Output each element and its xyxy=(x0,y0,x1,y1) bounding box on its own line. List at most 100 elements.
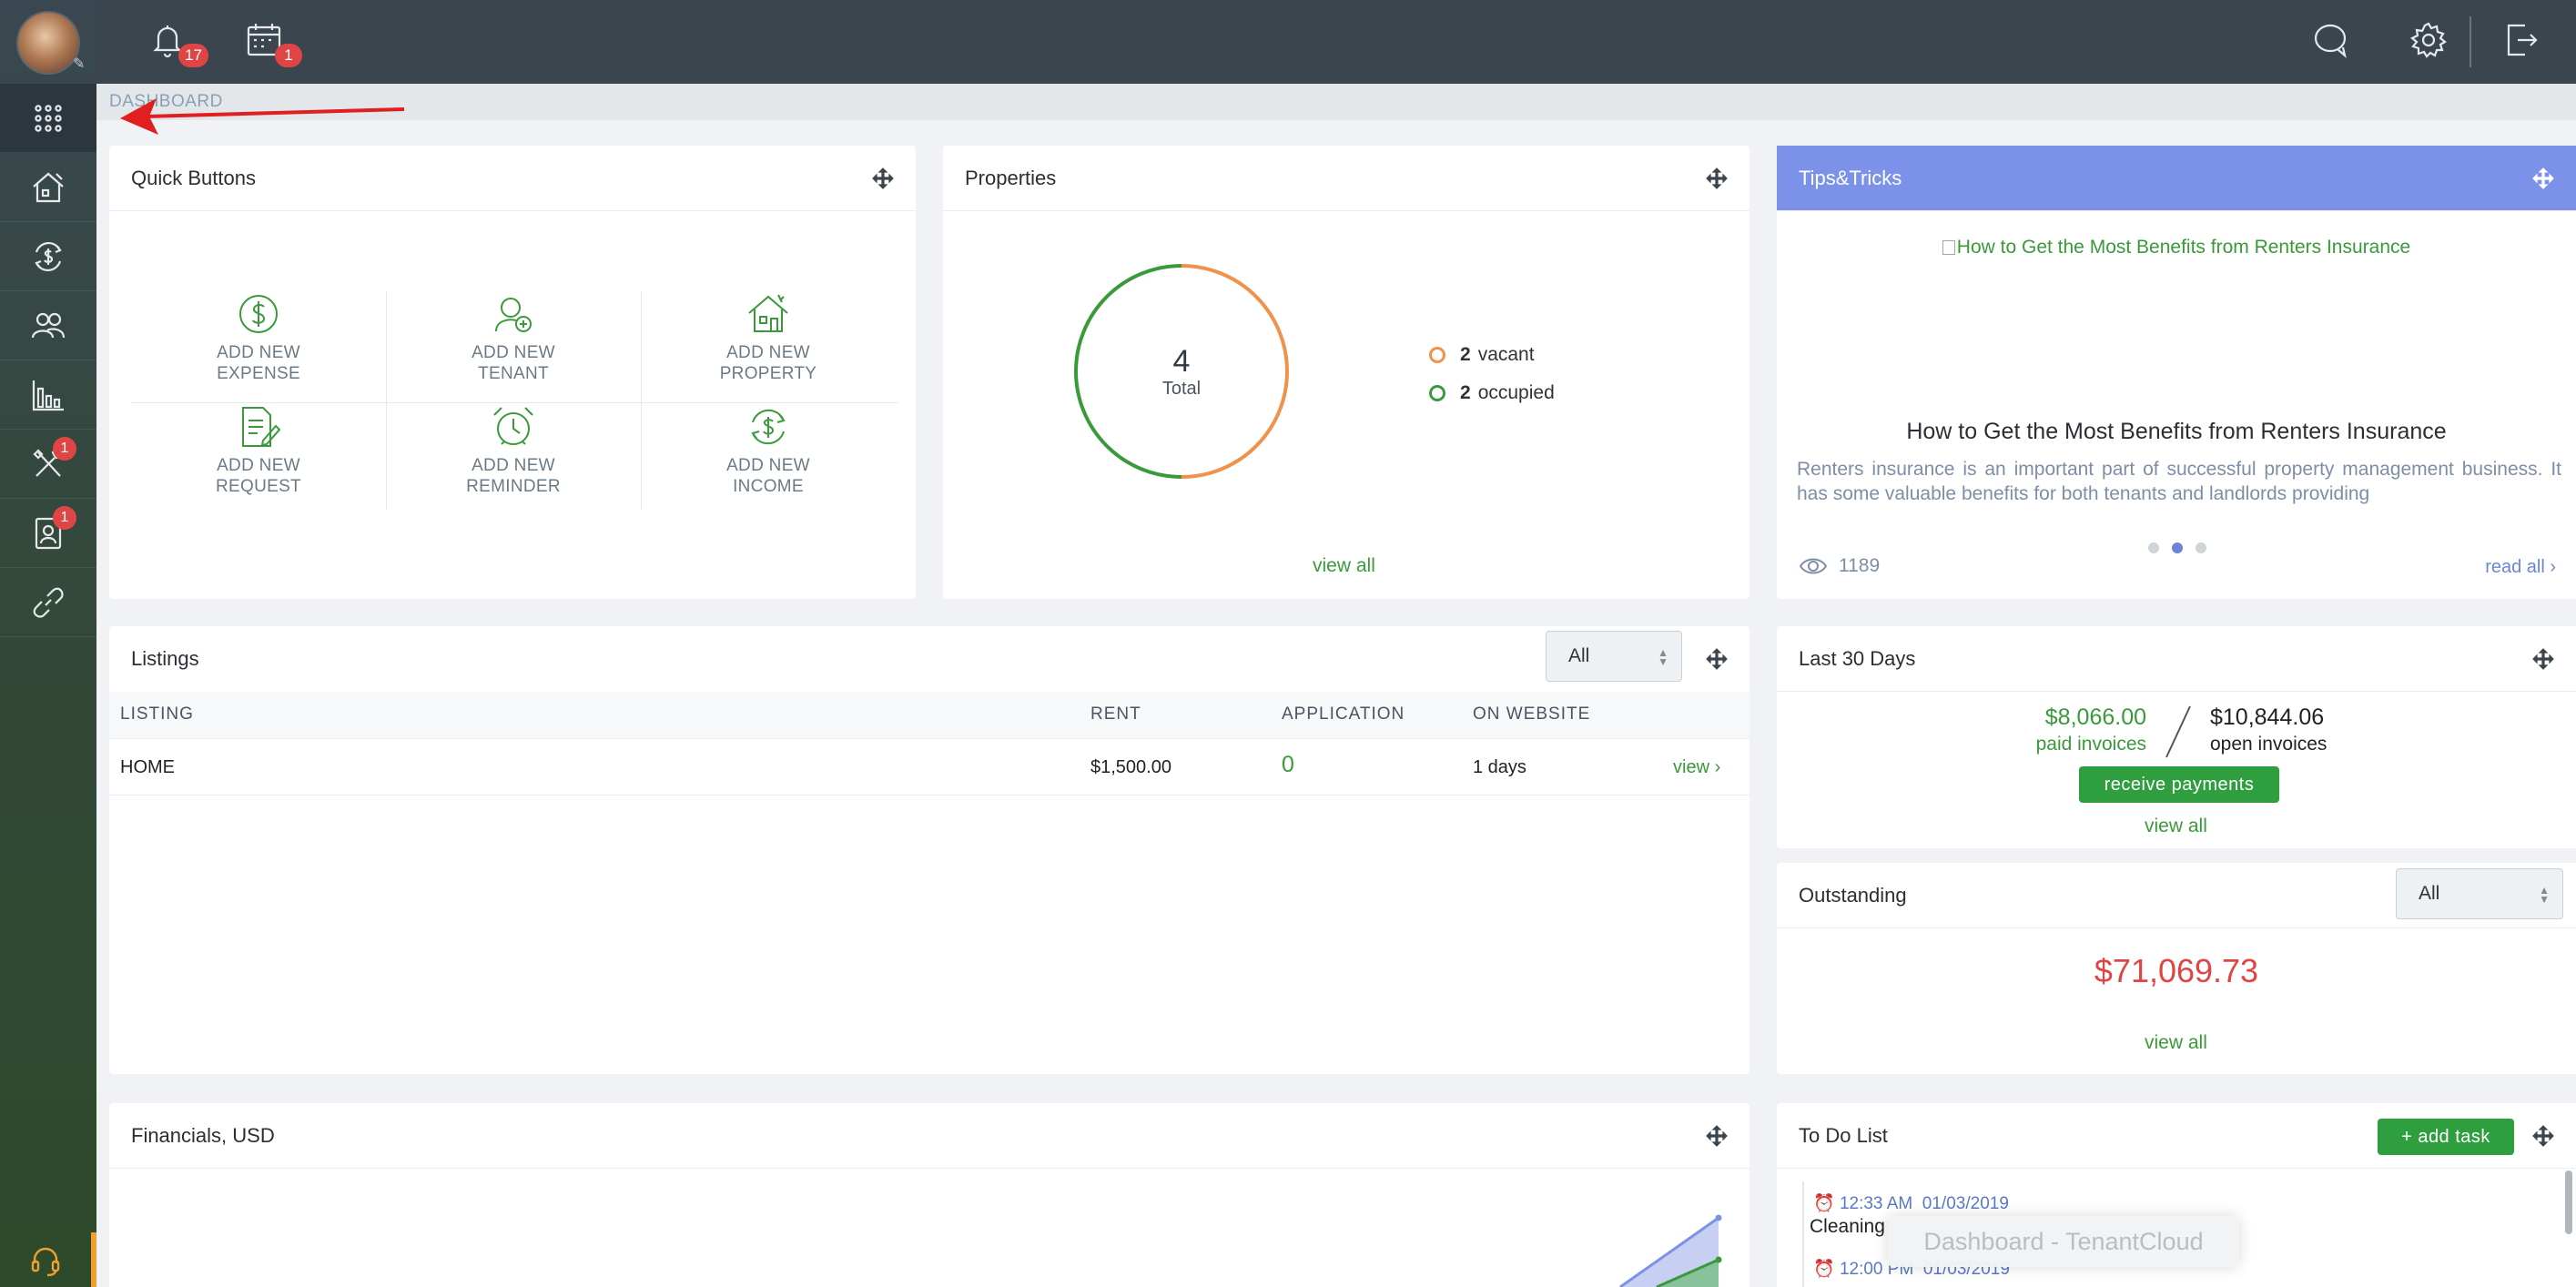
outstanding-amount[interactable]: $71,069.73 xyxy=(1777,952,2576,990)
sidebar-item-apps[interactable] xyxy=(0,84,96,153)
outstanding-panel: Outstanding All ▲ ▼ $71,069.73 view all xyxy=(1777,863,2576,1074)
house-icon xyxy=(33,172,64,202)
todo-item-text[interactable]: Cleaning xyxy=(1810,1216,1885,1238)
quick-buttons-grid: ADD NEW EXPENSE ADD NEW TENANT ADD NEW PROP… xyxy=(131,291,898,514)
financials-point xyxy=(1715,1256,1722,1263)
add-task-button[interactable]: + add task xyxy=(2378,1119,2514,1155)
financials-point xyxy=(1715,1214,1722,1221)
alarm-icon: ⏰ xyxy=(1813,1194,1835,1213)
money-cycle-icon xyxy=(751,409,786,445)
annotation-arrow-icon xyxy=(120,98,405,135)
document-edit-icon xyxy=(242,407,281,447)
add-income-button[interactable]: ADD NEW INCOME xyxy=(641,404,896,513)
tips-article-image[interactable]: How to Get the Most Benefits from Renter… xyxy=(1777,237,2576,258)
add-reminder-button[interactable]: ADD NEW REMINDER xyxy=(386,404,641,513)
gear-icon xyxy=(2409,22,2447,58)
settings-button[interactable] xyxy=(2409,20,2452,64)
open-invoices-label: open invoices xyxy=(2210,734,2328,755)
move-icon[interactable] xyxy=(2532,167,2554,189)
maintenance-badge: 1 xyxy=(53,437,76,461)
messages-button[interactable] xyxy=(2310,20,2354,64)
move-icon[interactable] xyxy=(872,167,894,189)
sidebar-item-contacts[interactable] xyxy=(0,291,96,360)
link-icon xyxy=(33,587,64,618)
dollar-coin-icon xyxy=(239,295,278,333)
properties-panel: Properties 4 Total 2 vacant 2 occupied vie… xyxy=(943,146,1749,599)
todo-scrollbar[interactable] xyxy=(2565,1170,2572,1234)
sidebar: ✎ 1 1 xyxy=(0,0,96,1287)
carousel-dot[interactable] xyxy=(2148,542,2159,553)
last-30-days-panel: Last 30 Days $8,066.00 paid invoices $10… xyxy=(1777,626,2576,848)
sidebar-item-integrations[interactable] xyxy=(0,568,96,637)
carousel-dots xyxy=(2148,542,2206,553)
sidebar-item-accounting[interactable] xyxy=(0,222,96,291)
paid-invoices-label: paid invoices xyxy=(2035,734,2146,755)
sidebar-item-reports[interactable] xyxy=(0,360,96,430)
chat-bubble-icon xyxy=(2314,24,2347,59)
vacant-dot-icon xyxy=(1429,347,1445,363)
column-header[interactable]: APPLICATION xyxy=(1282,704,1405,725)
todo-item-time: ⏰ 12:33 AM 01/03/2019 xyxy=(1813,1194,2009,1213)
outstanding-filter-select[interactable]: All ▲ ▼ xyxy=(2396,868,2563,919)
page-title-tooltip: Dashboard - TenantCloud xyxy=(1888,1216,2239,1267)
listing-view-link[interactable]: view › xyxy=(1673,757,1720,778)
move-icon[interactable] xyxy=(2532,1125,2554,1147)
open-invoices-amount[interactable]: $10,844.06 xyxy=(2210,704,2324,731)
carousel-dot-active[interactable] xyxy=(2172,542,2183,553)
pin-icon[interactable]: ✎ xyxy=(73,56,89,73)
last-30-days-title: Last 30 Days xyxy=(1777,626,2576,692)
house-icon xyxy=(748,294,788,332)
notifications-button[interactable]: 17 xyxy=(147,20,208,67)
breadcrumb-bar: DASHBOARD xyxy=(96,84,2576,120)
add-request-button[interactable]: ADD NEW REQUEST xyxy=(131,404,386,513)
sidebar-item-applications[interactable]: 1 xyxy=(0,499,96,568)
financials-title: Financials, USD xyxy=(109,1103,1749,1169)
table-row[interactable]: HOME $1,500.00 0 1 days view › xyxy=(109,739,1749,796)
headset-icon xyxy=(31,1247,60,1277)
last-30-days-view-all-link[interactable]: view all xyxy=(2145,816,2207,837)
calendar-button[interactable]: 1 xyxy=(244,20,302,67)
logout-button[interactable] xyxy=(2501,20,2545,64)
listings-filter-select[interactable]: All ▲ ▼ xyxy=(1546,631,1682,682)
select-caret-icon: ▲ ▼ xyxy=(2539,884,2550,906)
listing-applications[interactable]: 0 xyxy=(1282,752,1294,778)
avatar[interactable] xyxy=(16,11,80,75)
move-icon[interactable] xyxy=(1706,1125,1728,1147)
sidebar-item-maintenance[interactable]: 1 xyxy=(0,430,96,499)
properties-total: 4 xyxy=(1172,344,1191,379)
column-header[interactable]: ON WEBSITE xyxy=(1473,704,1590,725)
quick-buttons-panel: Quick Buttons ADD NEW EXPENSE ADD NEW TENA… xyxy=(109,146,916,599)
tips-title: Tips&Tricks xyxy=(1777,146,2576,211)
support-button[interactable] xyxy=(0,1232,96,1287)
column-header[interactable]: RENT xyxy=(1090,704,1141,725)
add-expense-button[interactable]: ADD NEW EXPENSE xyxy=(131,291,386,400)
alarm-clock-icon xyxy=(493,407,533,445)
sidebar-item-properties[interactable] xyxy=(0,153,96,222)
move-icon[interactable] xyxy=(1706,167,1728,189)
quick-buttons-title: Quick Buttons xyxy=(109,146,916,211)
tips-read-all-link[interactable]: read all › xyxy=(2485,557,2556,578)
column-header[interactable]: LISTING xyxy=(120,704,194,725)
tips-article-title[interactable]: How to Get the Most Benefits from Renter… xyxy=(1777,419,2576,445)
listing-on-website: 1 days xyxy=(1473,757,1526,777)
bar-chart-icon xyxy=(32,380,64,410)
alarm-icon: ⏰ xyxy=(1813,1260,1835,1279)
add-tenant-button[interactable]: ADD NEW TENANT xyxy=(386,291,641,400)
receive-payments-button[interactable]: receive payments xyxy=(2079,766,2279,803)
legend-occupied[interactable]: 2 occupied xyxy=(1429,382,1555,404)
carousel-dot[interactable] xyxy=(2196,542,2206,553)
slash-divider xyxy=(2165,705,2191,758)
add-user-icon xyxy=(495,298,532,332)
todo-timeline xyxy=(1802,1181,1804,1287)
listings-title: Listings xyxy=(131,647,199,670)
add-property-button[interactable]: ADD NEW PROPERTY xyxy=(641,291,896,400)
financials-chart xyxy=(1619,1214,1722,1287)
select-caret-icon: ▲ ▼ xyxy=(1658,646,1668,668)
paid-invoices-amount[interactable]: $8,066.00 xyxy=(2045,704,2146,731)
properties-view-all-link[interactable]: view all xyxy=(1313,555,1375,577)
move-icon[interactable] xyxy=(2532,648,2554,670)
tips-article-body: Renters insurance is an important part o… xyxy=(1797,459,2561,504)
move-icon[interactable] xyxy=(1706,648,1728,670)
outstanding-view-all-link[interactable]: view all xyxy=(2145,1032,2207,1054)
legend-vacant[interactable]: 2 vacant xyxy=(1429,344,1535,366)
